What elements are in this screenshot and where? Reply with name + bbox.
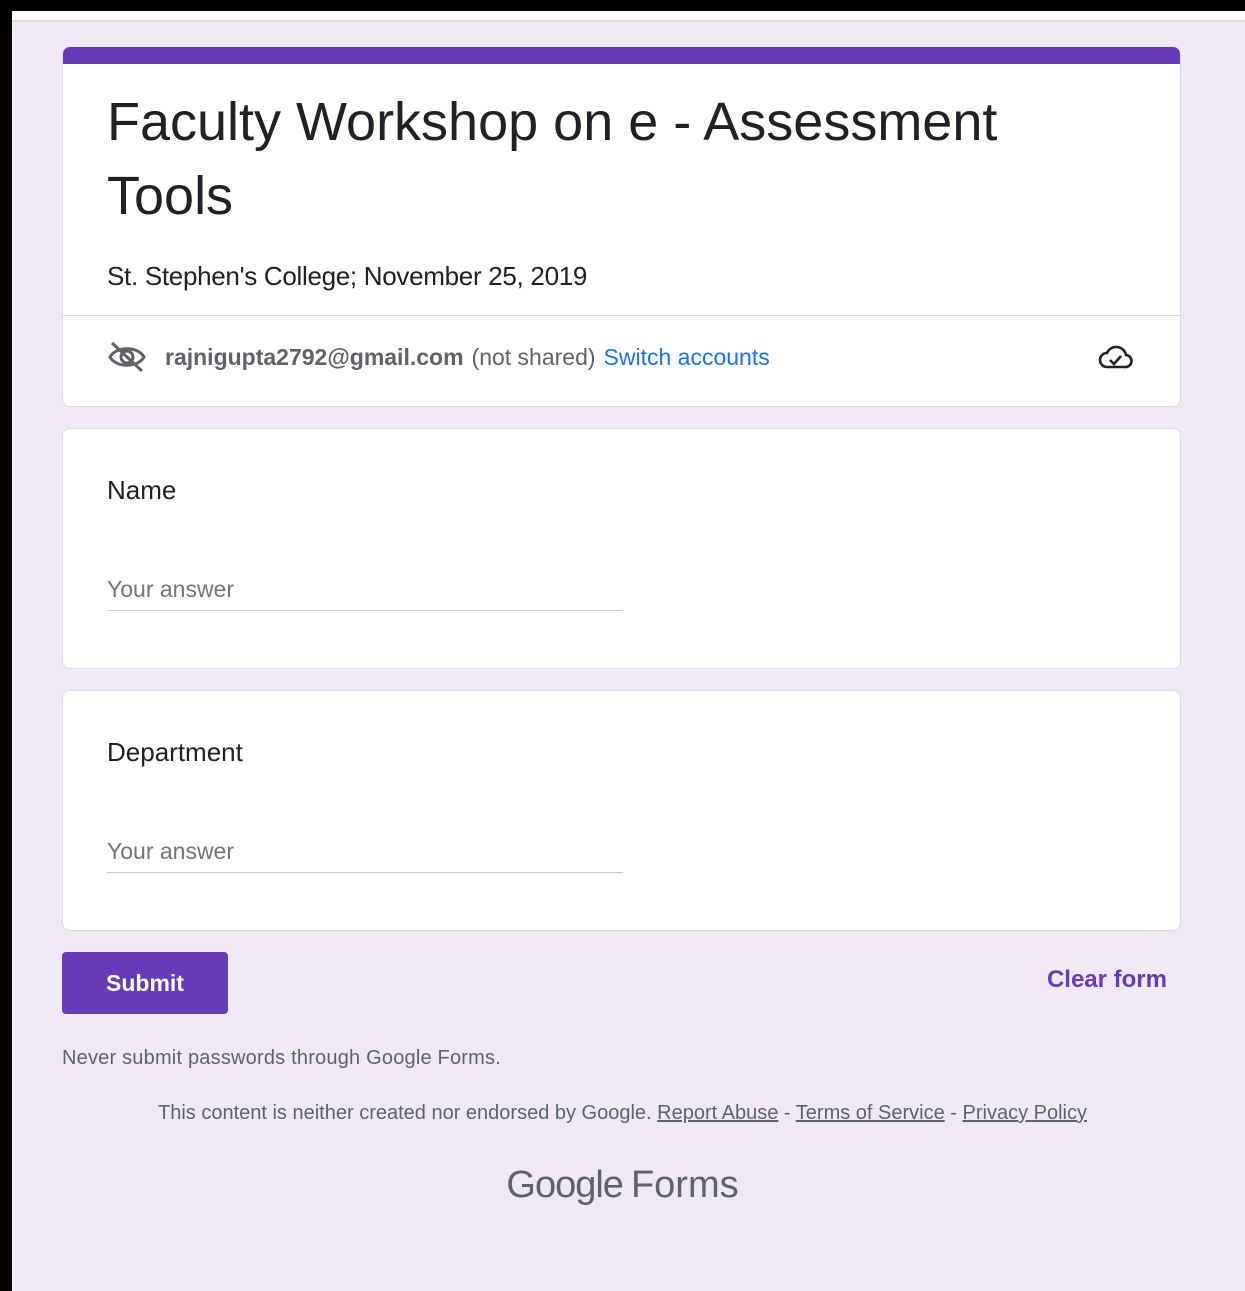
form-description: St. Stephen's College; November 25, 2019 bbox=[107, 261, 588, 291]
clear-form-button[interactable]: Clear form bbox=[1047, 966, 1167, 994]
account-email: rajnigupta2792@gmail.com bbox=[165, 343, 464, 370]
switch-accounts-link[interactable]: Switch accounts bbox=[604, 344, 770, 371]
cloud-done-icon bbox=[1098, 342, 1134, 372]
shared-status: (not shared) bbox=[471, 343, 596, 370]
report-abuse-link[interactable]: Report Abuse bbox=[657, 1102, 778, 1124]
form-title: Faculty Workshop on e - Assessment Tools bbox=[107, 92, 998, 226]
question-title-name: Name bbox=[107, 475, 177, 505]
question-card-name: Name bbox=[62, 428, 1181, 669]
account-row: rajnigupta2792@gmail.com (not shared) Sw… bbox=[107, 337, 1136, 377]
header-divider bbox=[63, 315, 1180, 316]
privacy-policy-link[interactable]: Privacy Policy bbox=[963, 1102, 1087, 1124]
brand-forms: Forms bbox=[630, 1164, 739, 1206]
footer-separator: - bbox=[944, 1102, 963, 1124]
form-header-card: Faculty Workshop on e - Assessment Tools… bbox=[62, 46, 1181, 407]
terms-of-service-link[interactable]: Terms of Service bbox=[796, 1102, 945, 1124]
question-card-department: Department bbox=[62, 690, 1181, 931]
header-accent-bar bbox=[63, 47, 1180, 64]
browser-top-bar bbox=[0, 0, 1245, 22]
window-left-border bbox=[0, 0, 12, 1291]
submit-button[interactable]: Submit bbox=[62, 952, 228, 1014]
department-answer-input[interactable] bbox=[107, 831, 623, 873]
brand-google: Google bbox=[506, 1164, 624, 1206]
google-forms-logo[interactable]: Google Forms bbox=[0, 1164, 1245, 1207]
footer-separator: - bbox=[778, 1102, 796, 1124]
password-warning: Never submit passwords through Google Fo… bbox=[62, 1047, 501, 1069]
name-answer-input[interactable] bbox=[107, 569, 623, 611]
question-title-department: Department bbox=[107, 737, 243, 767]
footer-disclaimer: This content is neither created nor endo… bbox=[0, 1102, 1245, 1125]
disclaimer-text: This content is neither created nor endo… bbox=[157, 1102, 652, 1124]
visibility-off-icon bbox=[107, 340, 147, 374]
